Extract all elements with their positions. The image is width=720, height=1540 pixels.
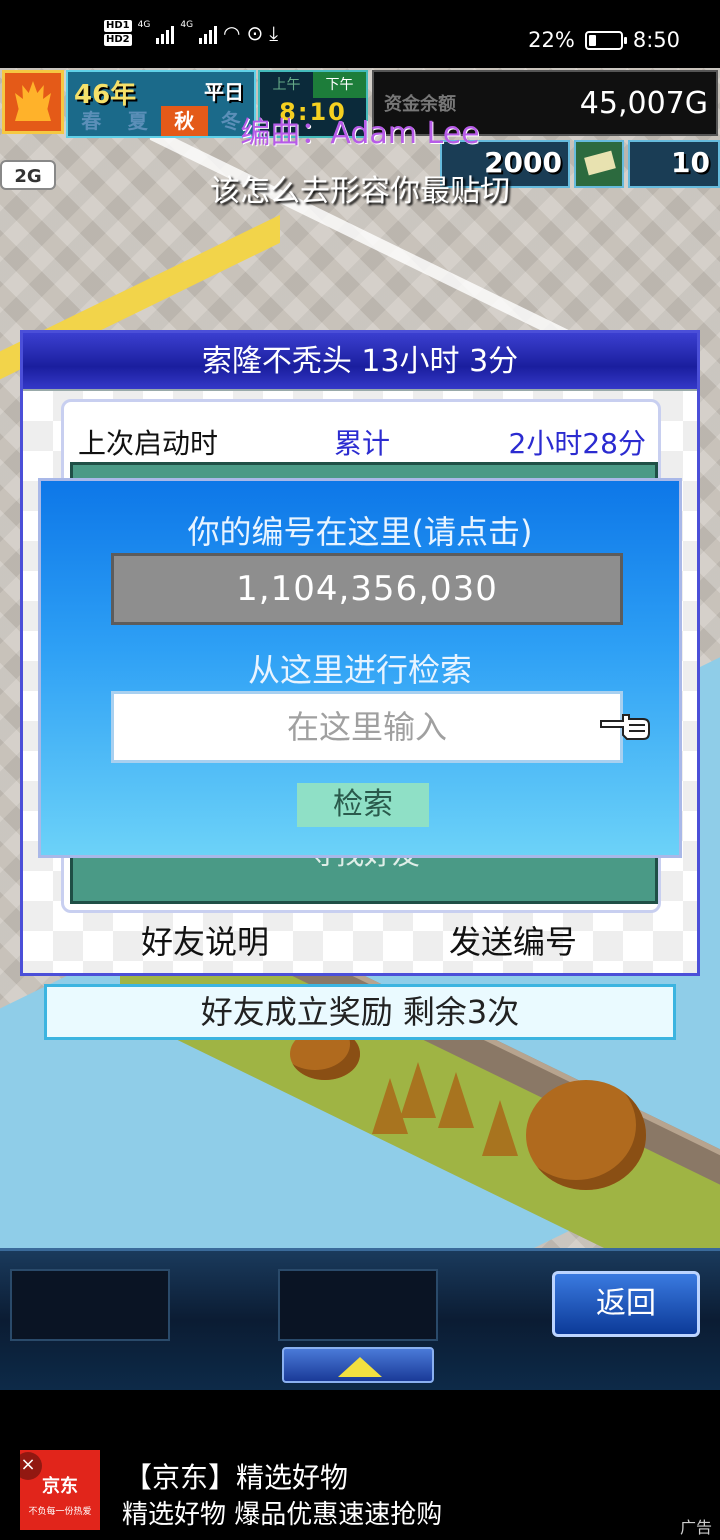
status-right: 22% 8:50 bbox=[528, 28, 680, 52]
pine-tree bbox=[438, 1072, 474, 1128]
search-button[interactable]: 检索 bbox=[297, 783, 429, 827]
status-indicators: HD1 HD2 4G 4G ◠ ⊙ ⤓ bbox=[104, 20, 278, 46]
play-time-row: 上次启动时 累计 2小时28分 bbox=[64, 412, 658, 462]
day-type: 平日 bbox=[204, 80, 244, 104]
friend-code-popup: 你的编号在这里(请点击) 1,104,356,030 从这里进行检索 检索 bbox=[38, 478, 682, 858]
download-icon: ⤓ bbox=[269, 21, 279, 45]
expand-menu-button[interactable] bbox=[282, 1347, 434, 1383]
close-icon[interactable]: × bbox=[14, 1452, 42, 1480]
total-value: 2小时28分 bbox=[508, 427, 646, 460]
lyric-line: 该怎么去形容你最贴切 bbox=[210, 174, 510, 209]
up-arrow-icon bbox=[338, 1357, 382, 1377]
friend-search-input[interactable] bbox=[111, 691, 623, 763]
am-label: 上午 bbox=[272, 77, 301, 93]
ad-banner[interactable]: 京东 不负每一份热爱 × 【京东】精选好物 精选好物 爆品优惠速速抢购 广告 bbox=[0, 1390, 720, 1540]
hd1-badge: HD1 bbox=[104, 20, 132, 32]
back-button[interactable]: 返回 bbox=[552, 1271, 700, 1337]
last-launch-label: 上次启动时 bbox=[78, 427, 219, 460]
game-bottom-bar: 返回 bbox=[0, 1248, 720, 1390]
friend-desc-link[interactable]: 好友说明 bbox=[141, 917, 269, 963]
clock-time: 8:50 bbox=[632, 28, 680, 52]
lyric-composer: 编曲：Adam Lee bbox=[240, 116, 480, 151]
network2-label: 4G bbox=[180, 20, 194, 30]
menu-slot-center[interactable] bbox=[278, 1269, 438, 1341]
send-code-link[interactable]: 发送编号 bbox=[449, 917, 577, 963]
jd-logo-text: 京东 bbox=[42, 1476, 78, 1497]
pine-tree bbox=[482, 1100, 518, 1156]
battery-level bbox=[588, 34, 596, 46]
signal2-icon bbox=[199, 22, 218, 44]
dialog-title: 索隆不秃头 13小时 3分 bbox=[23, 333, 697, 391]
status-bar: HD1 HD2 4G 4G ◠ ⊙ ⤓ 22% 8:50 bbox=[0, 0, 720, 68]
hd-indicators: HD1 HD2 bbox=[104, 20, 132, 46]
hotspot-icon: ⊙ bbox=[246, 21, 264, 45]
jd-logo-slogan: 不负每一份热爱 bbox=[28, 1507, 92, 1517]
network1-label: 4G bbox=[137, 20, 151, 30]
dialog-links: 好友说明 发送编号 bbox=[23, 907, 697, 967]
ad-title[interactable]: 【京东】精选好物 bbox=[124, 1456, 348, 1496]
total-label: 累计 bbox=[334, 427, 391, 460]
pine-tree bbox=[400, 1062, 436, 1118]
pointing-hand-icon bbox=[600, 714, 650, 740]
signal1-icon bbox=[156, 22, 175, 44]
menu-slot-left[interactable] bbox=[10, 1269, 170, 1341]
autumn-tree bbox=[526, 1080, 646, 1190]
ad-tag: 广告 bbox=[679, 1518, 712, 1537]
pm-label: 下午 bbox=[313, 72, 366, 98]
friend-reward-banner: 好友成立奖励 剩余3次 bbox=[44, 984, 676, 1040]
wifi-icon: ◠ bbox=[223, 21, 241, 45]
battery-icon bbox=[584, 30, 627, 50]
friend-code-box[interactable]: 1,104,356,030 bbox=[111, 553, 623, 625]
popup-title: 你的编号在这里(请点击) bbox=[187, 513, 533, 551]
battery-percent: 22% bbox=[528, 28, 575, 52]
hd2-badge: HD2 bbox=[104, 34, 132, 46]
search-label: 从这里进行检索 bbox=[247, 651, 472, 689]
ad-description[interactable]: 精选好物 爆品优惠速速抢购 bbox=[122, 1494, 442, 1531]
